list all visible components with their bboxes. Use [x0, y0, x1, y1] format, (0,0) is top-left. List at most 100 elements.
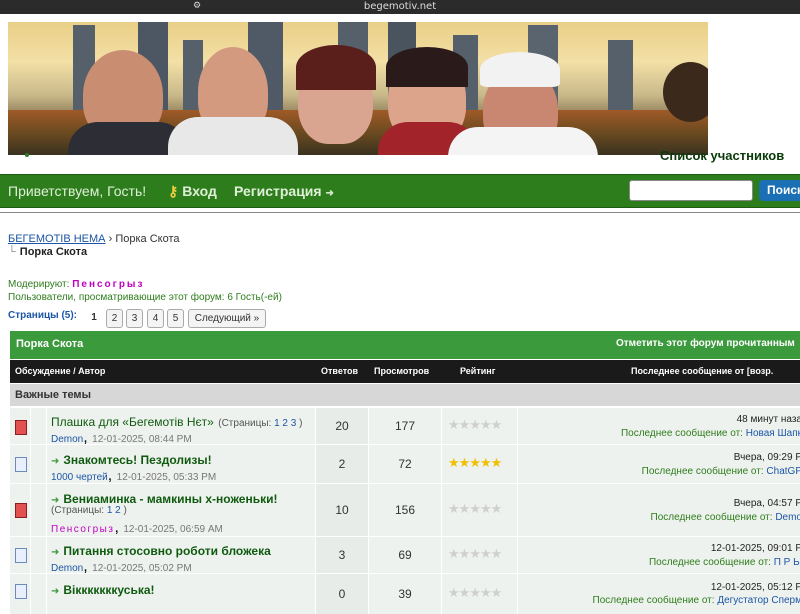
star-icon[interactable]: ★ [448, 546, 460, 561]
views-count: 69 [398, 548, 412, 562]
last-post-author-link[interactable]: П Р Ы [774, 557, 800, 568]
register-label[interactable]: Регистрация [234, 183, 322, 199]
star-icon[interactable]: ★ [448, 585, 460, 600]
star-icon[interactable]: ★ [469, 455, 481, 470]
page-link-2[interactable]: 2 [106, 309, 123, 328]
rating-stars[interactable]: ★★★★★ [448, 417, 503, 433]
topic-link[interactable]: Вениаминка - мамкины х-ноженьки! [63, 492, 277, 506]
star-icon[interactable]: ★ [459, 417, 471, 432]
page-current: 1 [91, 312, 97, 323]
last-post-author-link[interactable]: Новая Шапк [746, 428, 800, 439]
rating-stars[interactable]: ★★★★★ [448, 585, 503, 601]
mark-read-link[interactable]: Отметить этот форум прочитанным [616, 338, 795, 349]
last-post-by: Последнее сообщение от: П Р Ы [649, 557, 800, 568]
last-post-author-link[interactable]: ChatGP [766, 466, 800, 477]
views-count: 39 [398, 587, 412, 601]
star-icon[interactable]: ★ [469, 501, 481, 516]
topic-link[interactable]: Плашка для «Бегемотів Нєт» [51, 415, 214, 429]
greeting-text: Приветствуем, Гость! [8, 183, 147, 199]
table-row: ➜ Знакомтесь! Пездолизы! 1000 чертей, 12-… [10, 444, 800, 484]
star-icon[interactable]: ★ [480, 585, 492, 600]
browser-topbar: ⚙ begemotiv.net [0, 0, 800, 14]
breadcrumb-root-link[interactable]: БЕГЕМОТІВ НЕМА [8, 233, 106, 245]
topic-pages-links[interactable]: 1 2 3 [274, 418, 296, 429]
star-icon[interactable]: ★ [469, 585, 481, 600]
goto-new-icon[interactable]: ➜ [51, 586, 59, 597]
topic-link[interactable]: Знакомтесь! Пездолизы! [63, 453, 211, 467]
goto-new-icon[interactable]: ➜ [51, 456, 59, 467]
login-link[interactable]: ⚷ Вход [168, 183, 217, 200]
col-last-post[interactable]: Последнее сообщение от [возр. [631, 366, 773, 376]
last-post-time: 12-01-2025, 05:12 Р [710, 582, 800, 593]
replies-count[interactable]: 2 [316, 457, 368, 471]
col-views[interactable]: Просмотров [374, 366, 429, 376]
star-icon[interactable]: ★ [459, 455, 471, 470]
author-link[interactable]: 1000 чертей [51, 472, 108, 483]
replies-count[interactable]: 10 [316, 503, 368, 517]
rating-stars[interactable]: ★★★★★ [448, 546, 503, 562]
pagination-label: Страницы (5): [8, 310, 77, 321]
star-icon[interactable]: ★ [480, 501, 492, 516]
page-link-4[interactable]: 4 [147, 309, 164, 328]
topic-link[interactable]: Вікккккккуська! [63, 583, 154, 597]
star-icon[interactable]: ★ [459, 501, 471, 516]
author-link[interactable]: Пенсогрыз [51, 524, 114, 535]
page-link-5[interactable]: 5 [167, 309, 184, 328]
folder-icon [15, 548, 27, 563]
sticky-label: Важные темы [15, 389, 91, 401]
members-list-link[interactable]: Список участников [660, 148, 784, 163]
col-topic[interactable]: Обсуждение / Автор [15, 366, 105, 376]
last-post-author-link[interactable]: Demo [775, 512, 800, 523]
replies-count[interactable]: 20 [316, 419, 368, 433]
address-bar[interactable]: begemotiv.net [0, 0, 800, 13]
goto-new-icon[interactable]: ➜ [51, 547, 59, 558]
next-page-button[interactable]: Следующий » [188, 309, 266, 328]
search-input[interactable] [629, 180, 753, 201]
star-icon[interactable]: ★ [491, 546, 503, 561]
topic-date: 12-01-2025, 06:59 AM [123, 524, 223, 535]
rating-stars[interactable]: ★★★★★ [448, 455, 503, 471]
star-icon[interactable]: ★ [480, 417, 492, 432]
views-count: 156 [394, 503, 416, 517]
moderator-link[interactable]: Пенсогрыз [72, 279, 144, 290]
star-icon[interactable]: ★ [448, 417, 460, 432]
hot-folder-icon [15, 420, 27, 435]
nav-bar: Приветствуем, Гость! ⚷ Вход Регистрация ➜… [0, 174, 800, 208]
topic-pages-links[interactable]: 1 2 [107, 505, 121, 516]
last-post-by-label: Последнее сообщение от: [592, 595, 715, 606]
star-icon[interactable]: ★ [459, 585, 471, 600]
register-link[interactable]: Регистрация ➜ [234, 183, 334, 199]
col-rating[interactable]: Рейтинг [460, 366, 495, 376]
page-title: └ Порка Скота [8, 246, 87, 258]
replies-count[interactable]: 0 [316, 587, 368, 601]
last-post-by-label: Последнее сообщение от: [648, 557, 771, 568]
table-row: ➜ Питання стосовно роботи бложека Demon, … [10, 536, 800, 575]
login-label[interactable]: Вход [182, 183, 217, 199]
star-icon[interactable]: ★ [491, 455, 503, 470]
star-icon[interactable]: ★ [491, 501, 503, 516]
rating-stars[interactable]: ★★★★★ [448, 501, 503, 517]
star-icon[interactable]: ★ [480, 546, 492, 561]
replies-count[interactable]: 3 [316, 548, 368, 562]
column-header-row: Обсуждение / Автор Ответов Просмотров Ре… [10, 360, 800, 383]
corner-icon: └ [8, 246, 16, 258]
last-post-by-label: Последнее сообщение от: [620, 428, 743, 439]
star-icon[interactable]: ★ [469, 417, 481, 432]
topic-link[interactable]: Питання стосовно роботи бложека [63, 544, 270, 558]
col-replies[interactable]: Ответов [321, 366, 358, 376]
page-link-3[interactable]: 3 [126, 309, 143, 328]
star-icon[interactable]: ★ [448, 455, 460, 470]
moderators-line: Модерируют: Пенсогрыз [8, 279, 144, 290]
views-count: 177 [394, 419, 416, 433]
star-icon[interactable]: ★ [459, 546, 471, 561]
star-icon[interactable]: ★ [491, 585, 503, 600]
star-icon[interactable]: ★ [469, 546, 481, 561]
banner-dot [25, 153, 29, 157]
search-button[interactable]: Поиск [759, 180, 800, 201]
topic-pages-label: (Страницы: [51, 505, 105, 516]
star-icon[interactable]: ★ [491, 417, 503, 432]
last-post-author-link[interactable]: Дегустатор Сперм [717, 595, 800, 606]
views-count: 72 [398, 457, 412, 471]
star-icon[interactable]: ★ [480, 455, 492, 470]
star-icon[interactable]: ★ [448, 501, 460, 516]
